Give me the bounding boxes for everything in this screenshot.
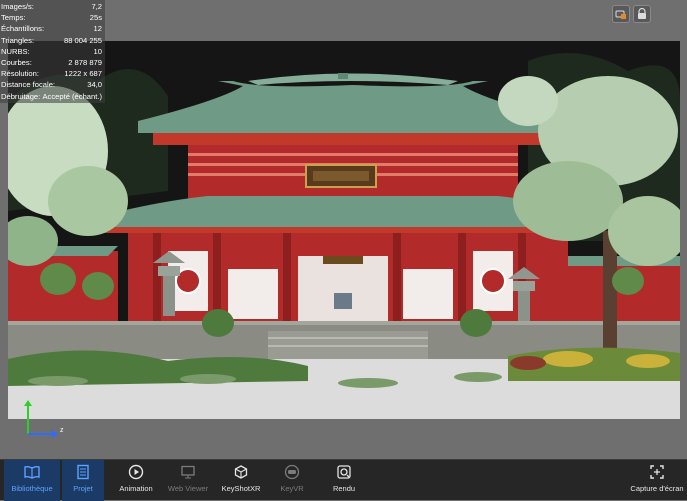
render-scene (8, 41, 680, 419)
cube-rotate-icon (234, 465, 248, 479)
stat-value: 7,2 (91, 2, 102, 11)
keyvr-label: KeyVR (280, 484, 304, 493)
render-label: Rendu (332, 484, 356, 493)
document-icon (77, 464, 89, 480)
project-tab[interactable]: Projet (62, 460, 104, 501)
keyshotxr-button[interactable]: KeyShotXR (218, 460, 264, 501)
keyvr-button[interactable]: KeyVR (274, 460, 310, 501)
render-stats-overlay: Images/s: 7,2 Temps: 25s Échantillons: 12 Tria… (0, 0, 105, 103)
stat-label: Courbes: (1, 58, 32, 68)
animation-button[interactable]: Animation (112, 460, 160, 501)
screenshot-icon (650, 465, 664, 479)
stat-value: 25s (89, 13, 102, 23)
project-label: Projet (73, 484, 93, 493)
animation-label: Animation (119, 484, 153, 493)
render-icon (337, 465, 351, 479)
stat-label: Résolution: (1, 69, 39, 79)
vr-headset-icon (284, 464, 300, 480)
stat-row: Images/s: 7,2 (1, 1, 105, 12)
stat-label: Débruitage: (1, 91, 41, 101)
stat-row: Triangles: 88 004 255 (1, 35, 105, 46)
lock-icon[interactable] (633, 5, 651, 23)
stat-row: Résolution: 1222 x 687 (1, 68, 105, 79)
stat-label: Temps: (1, 13, 26, 23)
stat-row: Débruitage: Accepté (échant.) (1, 91, 105, 102)
monitor-icon (181, 465, 195, 479)
stat-value: 88 004 255 (63, 35, 102, 45)
stat-row: Échantillons: 12 (1, 23, 105, 34)
stat-value: 2 878 879 (68, 58, 102, 68)
book-icon (24, 465, 40, 479)
stat-label: Distance focale: (1, 80, 56, 90)
bottom-toolbar: Bibliothèque Projet Animation Web Viewer… (0, 459, 687, 501)
stat-value: 34,0 (87, 80, 102, 90)
web-viewer-label: Web Viewer (167, 484, 209, 493)
stat-value: 12 (93, 24, 102, 34)
stat-value: 1222 x 687 (64, 69, 102, 79)
web-viewer-button[interactable]: Web Viewer (166, 460, 210, 501)
stat-label: Triangles: (1, 35, 35, 45)
render-button[interactable]: Rendu (326, 460, 362, 501)
render-viewport[interactable]: Images/s: 7,2 Temps: 25s Échantillons: 12 Tria… (0, 0, 687, 459)
library-label: Bibliothèque (11, 484, 53, 493)
stat-value: 10 (93, 46, 102, 56)
stat-row: Distance focale: 34,0 (1, 79, 105, 90)
stat-label: Échantillons: (1, 24, 45, 34)
stat-row: Courbes: 2 878 879 (1, 57, 105, 68)
screenshot-button[interactable]: Capture d'écran (628, 460, 686, 501)
stat-row: Temps: 25s (1, 12, 105, 23)
screenshot-label: Capture d'écran (630, 484, 684, 493)
library-tab[interactable]: Bibliothèque (4, 460, 60, 501)
axis-z-label: z (60, 427, 64, 434)
stat-row: NURBS: 10 (1, 46, 105, 57)
axis-gizmo: z (24, 400, 64, 438)
play-circle-icon (128, 464, 144, 480)
stat-label: NURBS: (1, 46, 30, 56)
stat-value: Accepté (échant.) (42, 91, 102, 101)
keyshotxr-label: KeyShotXR (221, 484, 261, 493)
camera-lock-icon[interactable] (612, 5, 630, 23)
stat-label: Images/s: (1, 2, 34, 11)
